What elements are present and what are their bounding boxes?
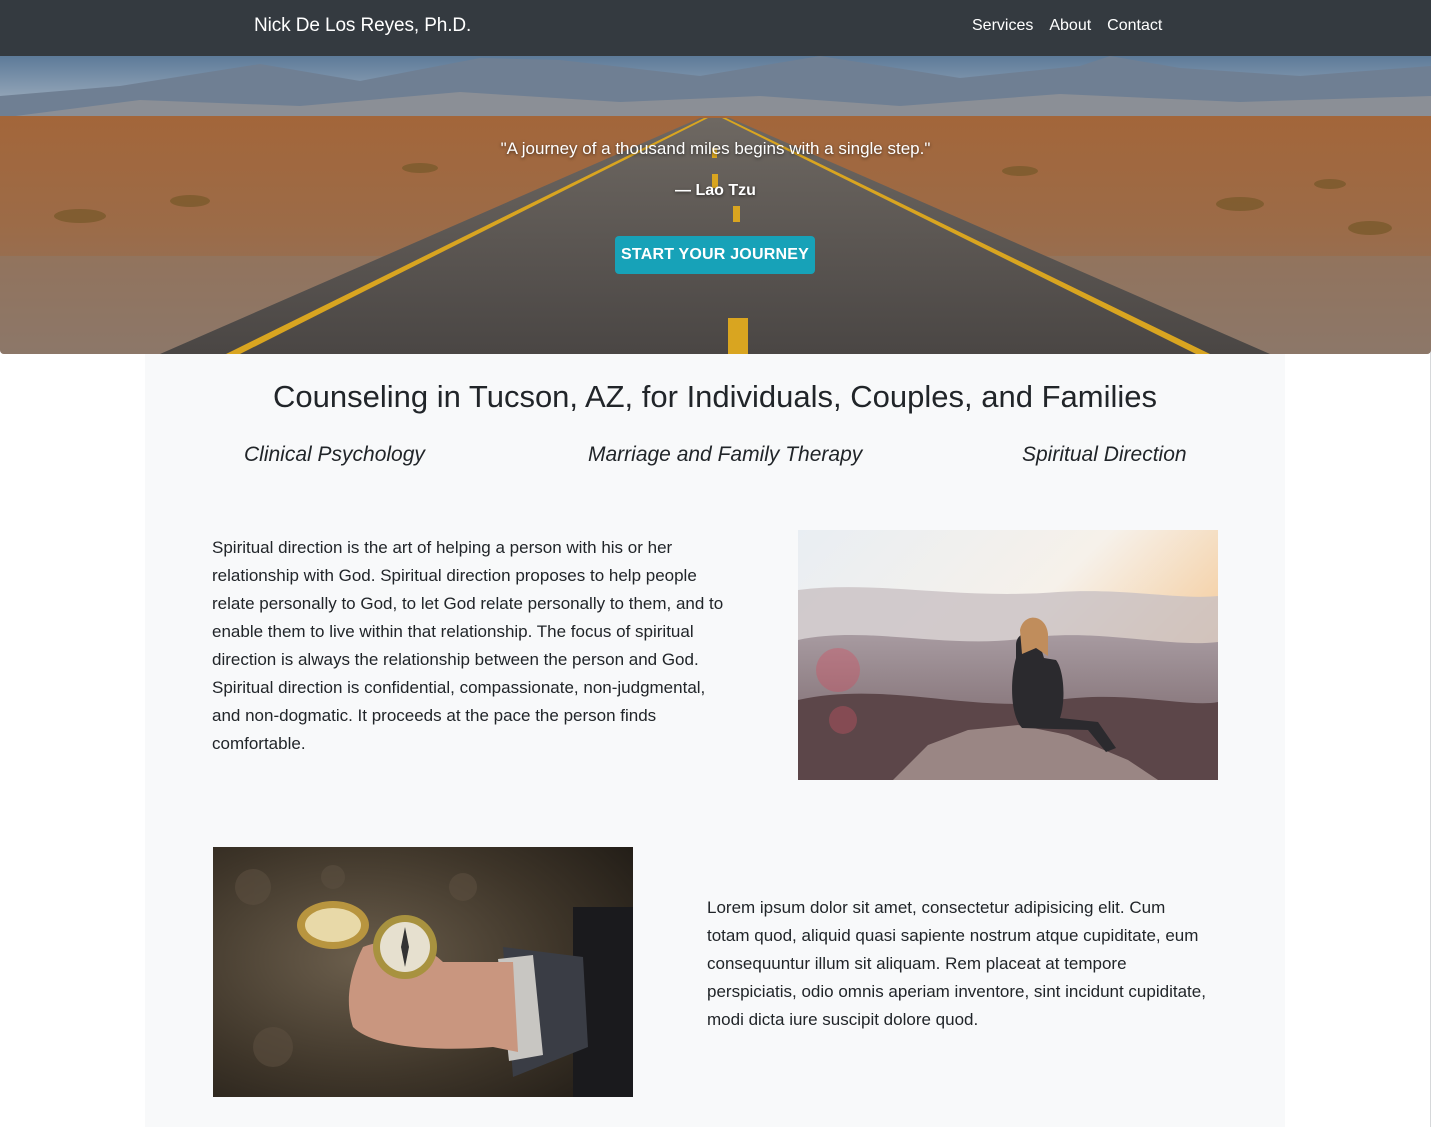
hero-desert-road-image [0, 56, 1431, 354]
page-title: Counseling in Tucson, AZ, for Individual… [273, 379, 1157, 414]
navbar: Nick De Los Reyes, Ph.D. Services About … [0, 0, 1431, 56]
hero-banner: "A journey of a thousand miles begins wi… [0, 56, 1431, 354]
nav-link-about[interactable]: About [1049, 17, 1091, 35]
nav-link-services[interactable]: Services [972, 17, 1033, 35]
start-journey-button[interactable]: START YOUR JOURNEY [615, 236, 815, 274]
nav-links: Services About Contact [972, 17, 1178, 35]
nav-link-contact[interactable]: Contact [1107, 17, 1162, 35]
spiritual-direction-paragraph: Spiritual direction is the art of helpin… [212, 538, 724, 753]
service-clinical-psychology: Clinical Psychology [244, 443, 425, 466]
hero-quote-author: — Lao Tzu [675, 182, 756, 199]
service-marriage-family-therapy: Marriage and Family Therapy [588, 443, 863, 466]
hero-quote: "A journey of a thousand miles begins wi… [500, 139, 931, 158]
main-content: Counseling in Tucson, AZ, for Individual… [145, 354, 1285, 1127]
brand-link[interactable]: Nick De Los Reyes, Ph.D. [254, 15, 471, 37]
service-spiritual-direction: Spiritual Direction [1022, 443, 1187, 466]
woman-on-mountain-image [798, 530, 1218, 780]
hand-compass-image [213, 847, 633, 1097]
lorem-paragraph: Lorem ipsum dolor sit amet, consectetur … [707, 898, 1206, 1029]
